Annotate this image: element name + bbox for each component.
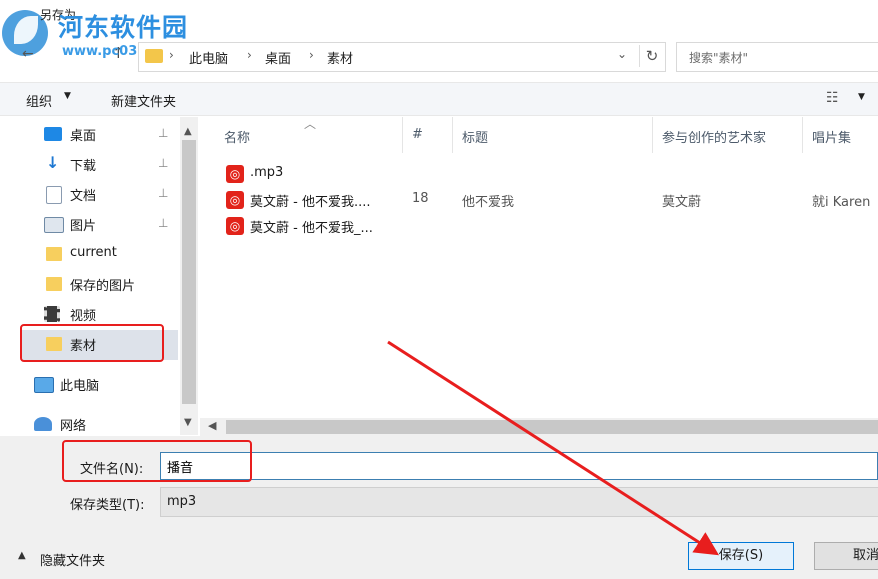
- annotation-arrow-line: [387, 340, 720, 556]
- annotation-arrow: [387, 340, 720, 556]
